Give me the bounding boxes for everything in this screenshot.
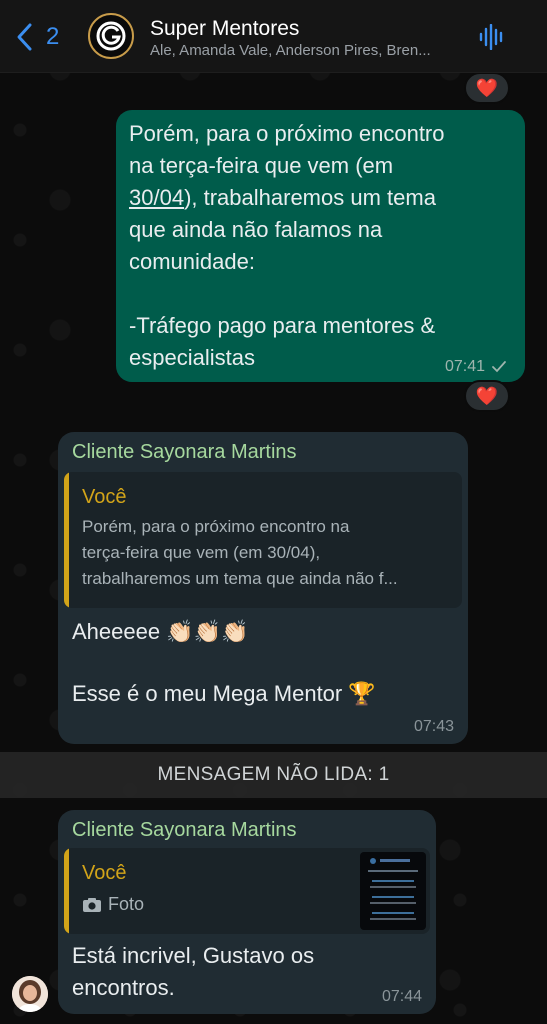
sender-name[interactable]: Cliente Sayonara Martins [72, 441, 297, 464]
sent-check-icon [492, 361, 506, 373]
quoted-photo-thumbnail[interactable] [360, 852, 426, 930]
unread-divider: MENSAGEM NÃO LIDA: 1 [0, 752, 547, 798]
message-meta: 07:43 [414, 718, 454, 736]
camera-icon [83, 897, 101, 912]
message-text: Porém, para o próximo encontro na terça-… [129, 118, 519, 374]
thumbnail-line [370, 918, 416, 920]
audio-call-icon[interactable] [478, 24, 506, 50]
message-text-line: Esse é o meu Mega Mentor 🏆 [72, 681, 376, 706]
group-avatar[interactable] [88, 13, 134, 59]
message-time: 07:41 [444, 358, 485, 375]
unread-chats-count: 2 [46, 23, 60, 50]
outgoing-message[interactable]: Porém, para o próximo encontro na terça-… [116, 110, 525, 382]
chat-header: 2 Super Mentores Ale, Amanda Vale, Ander… [0, 0, 547, 73]
heart-emoji: ❤️ [475, 77, 499, 98]
message-meta: 07:44 [382, 988, 422, 1006]
thumbnail-line [370, 902, 416, 904]
message-meta: 07:41 [445, 358, 507, 376]
thumbnail-line [370, 886, 416, 888]
thumbnail-line [368, 870, 418, 872]
thumbnail-line [372, 896, 414, 898]
thumbnail-line [380, 859, 410, 862]
unread-divider-label: MENSAGEM NÃO LIDA: 1 [157, 764, 390, 785]
back-button[interactable]: 2 [14, 20, 59, 54]
incoming-message[interactable]: Cliente Sayonara Martins Você Foto Está … [58, 810, 436, 1014]
thumbnail-dot [370, 858, 376, 864]
date-link[interactable]: 30/04 [129, 185, 184, 210]
thumbnail-line [372, 880, 414, 882]
message-time: 07:43 [413, 718, 454, 735]
message-text-part: Porém, para o próximo encontro na terça-… [129, 121, 445, 178]
quote-media-label: Foto [82, 894, 144, 915]
incoming-message[interactable]: Cliente Sayonara Martins Você Porém, par… [58, 432, 468, 744]
message-text-line: Aheeeee 👏🏻👏🏻👏🏻 [72, 619, 249, 644]
person-photo-icon [12, 976, 48, 1012]
quoted-message[interactable]: Você Foto [64, 848, 430, 934]
chevron-left-icon [17, 23, 32, 51]
quote-text: Porém, para o próximo encontro na terça-… [82, 517, 398, 588]
sender-avatar[interactable] [12, 976, 48, 1012]
quoted-message[interactable]: Você Porém, para o próximo encontro na t… [64, 472, 462, 608]
reaction-badge[interactable]: ❤️ [464, 380, 510, 412]
group-members-list[interactable]: Ale, Amanda Vale, Anderson Pires, Bren..… [150, 42, 466, 59]
quote-author: Você [82, 486, 127, 508]
group-title[interactable]: Super Mentores [150, 17, 299, 41]
quote-author: Você [82, 862, 127, 884]
reaction-badge[interactable]: ❤️ [464, 72, 510, 104]
thumbnail-line [372, 912, 414, 914]
group-logo-icon [96, 21, 126, 51]
message-text: Está incrivel, Gustavo os encontros. [72, 943, 315, 1000]
sender-name[interactable]: Cliente Sayonara Martins [72, 819, 297, 842]
quote-media-text: Foto [108, 894, 145, 914]
heart-emoji: ❤️ [475, 385, 499, 406]
message-text-part: ), trabalharemos um tema que ainda não f… [129, 185, 436, 370]
message-time: 07:44 [381, 988, 422, 1005]
